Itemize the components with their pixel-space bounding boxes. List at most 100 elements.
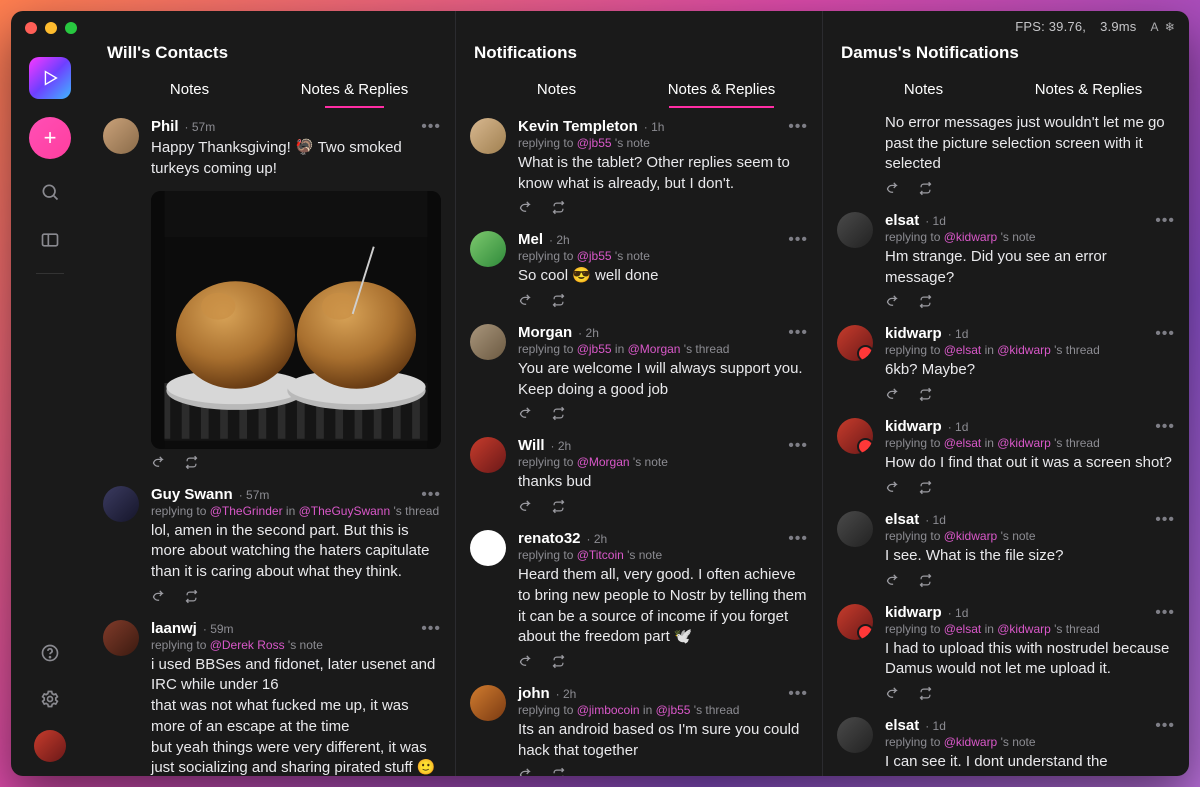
post-menu-icon[interactable]: ••• (1155, 325, 1175, 343)
tab-notes-replies[interactable]: Notes & Replies (1006, 73, 1171, 108)
tab-notes-replies[interactable]: Notes & Replies (639, 73, 804, 108)
post-menu-icon[interactable]: ••• (788, 530, 808, 548)
post-username[interactable]: john (518, 685, 550, 702)
post-username[interactable]: kidwarp (885, 325, 942, 342)
post-avatar[interactable] (837, 325, 873, 361)
repost-icon[interactable] (551, 499, 566, 514)
reply-icon[interactable] (518, 406, 533, 421)
repost-icon[interactable] (918, 686, 933, 701)
reply-icon[interactable] (885, 573, 900, 588)
post-avatar[interactable] (837, 212, 873, 248)
reply-icon[interactable] (885, 387, 900, 402)
close-window-button[interactable] (25, 22, 37, 34)
repost-icon[interactable] (918, 181, 933, 196)
post-username[interactable]: Kevin Templeton (518, 118, 638, 135)
reply-icon[interactable] (885, 686, 900, 701)
app-logo-icon[interactable] (29, 57, 71, 99)
post: ••• kidwarp 1d replying to @elsat in @ki… (823, 408, 1189, 501)
post-username[interactable]: elsat (885, 212, 919, 229)
reply-icon[interactable] (151, 589, 166, 604)
post-username[interactable]: elsat (885, 717, 919, 734)
post-timestamp: 2h (587, 532, 608, 546)
reply-icon[interactable] (518, 767, 533, 776)
post-text: I see. What is the file size? (885, 546, 1175, 567)
post-username[interactable]: Morgan (518, 324, 572, 341)
reply-icon[interactable] (518, 293, 533, 308)
post-username[interactable]: Mel (518, 231, 543, 248)
repost-icon[interactable] (551, 200, 566, 215)
post-menu-icon[interactable]: ••• (1155, 717, 1175, 735)
post-text: No error messages just wouldn't let me g… (885, 113, 1175, 175)
post-menu-icon[interactable]: ••• (788, 231, 808, 249)
post-avatar[interactable] (470, 437, 506, 473)
feed[interactable]: No error messages just wouldn't let me g… (823, 108, 1189, 776)
post-username[interactable]: laanwj (151, 620, 197, 637)
post-avatar[interactable] (837, 418, 873, 454)
maximize-window-button[interactable] (65, 22, 77, 34)
post-avatar[interactable] (837, 511, 873, 547)
post-menu-icon[interactable]: ••• (788, 437, 808, 455)
post-menu-icon[interactable]: ••• (1155, 511, 1175, 529)
post-avatar[interactable] (103, 620, 139, 656)
minimize-window-button[interactable] (45, 22, 57, 34)
repost-icon[interactable] (918, 480, 933, 495)
reply-icon[interactable] (518, 200, 533, 215)
repost-icon[interactable] (551, 293, 566, 308)
post-menu-icon[interactable]: ••• (1155, 604, 1175, 622)
reply-icon[interactable] (885, 294, 900, 309)
post-menu-icon[interactable]: ••• (1155, 212, 1175, 230)
post-username[interactable]: kidwarp (885, 418, 942, 435)
reply-icon[interactable] (151, 455, 166, 470)
post-menu-icon[interactable]: ••• (788, 324, 808, 342)
search-icon[interactable] (35, 177, 65, 207)
reply-icon[interactable] (885, 181, 900, 196)
post-username[interactable]: Will (518, 437, 545, 454)
repost-icon[interactable] (551, 654, 566, 669)
post-menu-icon[interactable]: ••• (788, 685, 808, 703)
post-timestamp: 2h (551, 439, 572, 453)
post-menu-icon[interactable]: ••• (421, 486, 441, 504)
post-avatar[interactable] (837, 717, 873, 753)
post-avatar[interactable] (470, 231, 506, 267)
feed[interactable]: ••• Phil 57m Happy Thanksgiving! 🦃 Two s… (89, 108, 455, 776)
post-avatar[interactable] (470, 530, 506, 566)
reply-icon[interactable] (885, 480, 900, 495)
compose-button[interactable]: + (29, 117, 71, 159)
post-menu-icon[interactable]: ••• (788, 118, 808, 136)
tab-notes[interactable]: Notes (474, 73, 639, 108)
help-icon[interactable] (35, 638, 65, 668)
repost-icon[interactable] (551, 767, 566, 776)
repost-icon[interactable] (184, 589, 199, 604)
post-avatar[interactable] (470, 118, 506, 154)
post-username[interactable]: elsat (885, 511, 919, 528)
repost-icon[interactable] (184, 455, 199, 470)
repost-icon[interactable] (918, 294, 933, 309)
post-username[interactable]: Guy Swann (151, 486, 233, 503)
feed[interactable]: ••• Kevin Templeton 1h replying to @jb55… (456, 108, 822, 776)
post-username[interactable]: Phil (151, 118, 179, 135)
post-avatar[interactable] (837, 604, 873, 640)
post-text: Hm strange. Did you see an error message… (885, 247, 1175, 288)
columns-icon[interactable] (35, 225, 65, 255)
repost-icon[interactable] (551, 406, 566, 421)
post-menu-icon[interactable]: ••• (421, 620, 441, 638)
repost-icon[interactable] (918, 573, 933, 588)
post-avatar[interactable] (103, 118, 139, 154)
post-menu-icon[interactable]: ••• (1155, 418, 1175, 436)
reply-icon[interactable] (518, 654, 533, 669)
tab-notes[interactable]: Notes (107, 73, 272, 108)
reply-icon[interactable] (518, 499, 533, 514)
settings-icon[interactable] (35, 684, 65, 714)
post-menu-icon[interactable]: ••• (421, 118, 441, 136)
post-avatar[interactable] (103, 486, 139, 522)
post-avatar[interactable] (470, 324, 506, 360)
account-avatar[interactable] (34, 730, 66, 762)
repost-icon[interactable] (918, 387, 933, 402)
post: ••• Guy Swann 57m replying to @TheGrinde… (89, 476, 455, 610)
tab-notes-replies[interactable]: Notes & Replies (272, 73, 437, 108)
post-username[interactable]: renato32 (518, 530, 581, 547)
post-username[interactable]: kidwarp (885, 604, 942, 621)
post-avatar[interactable] (470, 685, 506, 721)
tab-notes[interactable]: Notes (841, 73, 1006, 108)
post-media[interactable] (151, 191, 441, 448)
